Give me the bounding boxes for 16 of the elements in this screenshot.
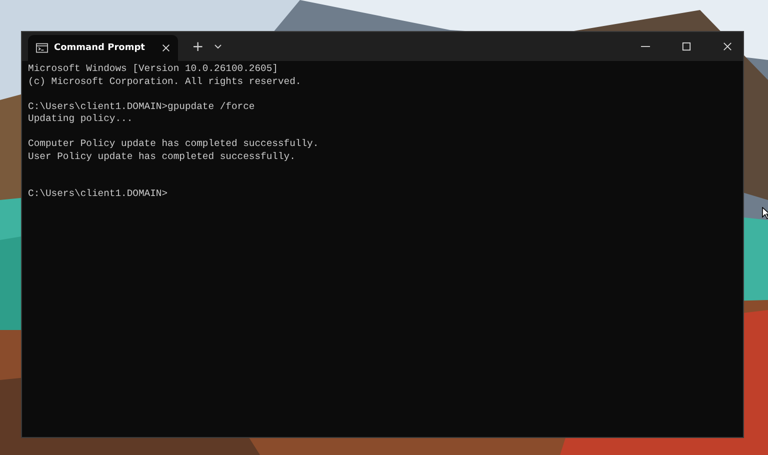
terminal-line: User Policy update has completed successfully. [28,150,296,163]
maximize-icon[interactable] [682,42,691,51]
mouse-pointer-icon [762,207,768,219]
terminal-line: Updating policy... [28,113,133,126]
chevron-down-icon[interactable] [214,44,222,49]
close-icon[interactable] [723,42,732,51]
terminal-icon [36,43,48,53]
terminal-line: Microsoft Windows [Version 10.0.26100.2605] [28,63,278,76]
command-prompt: C:\Users\client1.DOMAIN> [28,188,168,200]
terminal-line: (c) Microsoft Corporation. All rights reserved. [28,76,302,88]
terminal-line: C:\Users\client1.DOMAIN>gpupdate /force [28,100,255,113]
tab[interactable]: Command Prompt [28,35,178,61]
tab-title: Command Prompt [54,43,146,53]
new-tab-button[interactable]: + [188,38,208,54]
close-icon[interactable] [162,44,170,52]
terminal-line: Computer Policy update has completed successfully. [28,138,319,150]
